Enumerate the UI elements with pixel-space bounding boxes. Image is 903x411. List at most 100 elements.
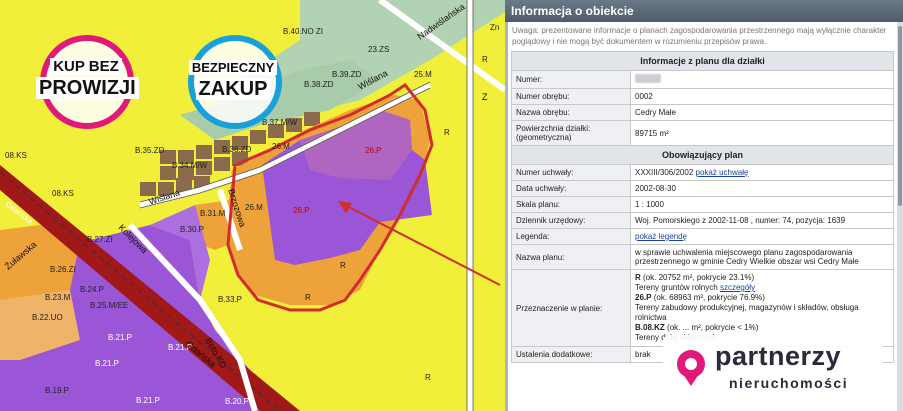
field-label: Dziennik urzędowy: (511, 212, 631, 229)
logo-line1: partnerzy (715, 341, 842, 371)
field-label: Przeznaczenie w planie: (511, 269, 631, 347)
map-label: B.24.P (80, 285, 104, 294)
map-label: B.36.ZD (222, 145, 252, 154)
map-label: B.21.P (95, 359, 119, 368)
plan-info-table: Informacje z planu dla działki Numer: Nu… (511, 51, 894, 363)
field-value: Cedry Małe (630, 104, 894, 121)
table-row: Nazwa obrębu: Cedry Małe (511, 104, 894, 121)
table-row: Numer: (511, 70, 894, 89)
map-label: R (305, 293, 311, 302)
table-row: Numer obrębu: 0002 (511, 88, 894, 105)
field-value: 1 : 1000 (630, 196, 894, 213)
table-row: Numer uchwały: XXXIII/306/2002 pokaż uch… (511, 164, 894, 181)
field-label: Legenda: (511, 228, 631, 245)
zone-code: 26.P (635, 293, 652, 302)
map-label: B.33.P (218, 295, 242, 304)
logo-pin-icon (677, 350, 705, 386)
parcel-number-redacted (635, 74, 661, 83)
map-label: 08.KS (5, 151, 27, 160)
field-label: Ustalenia dodatkowe: (511, 346, 631, 363)
field-value: 89715 m² (630, 120, 894, 146)
field-label: Numer uchwały: (511, 164, 631, 181)
field-label: Skala planu: (511, 196, 631, 213)
map-label: 08.KS (52, 189, 74, 198)
map-label: R (340, 261, 346, 270)
partner-logo: partnerzy nieruchomości (663, 335, 883, 397)
field-label: Nazwa planu: (511, 244, 631, 270)
field-label: Data uchwały: (511, 180, 631, 197)
map-label: B.34.M/W (172, 161, 208, 170)
resolution-number: XXXIII/306/2002 (635, 168, 694, 177)
show-resolution-link[interactable]: pokaż uchwałę (696, 168, 749, 177)
map-label: B.31.M (200, 209, 226, 218)
badge-line: KUP BEZ (50, 58, 122, 75)
scroll-thumb[interactable] (898, 26, 902, 206)
zoning-map[interactable]: B.40.NO ZI 23.ZS B.39.ZD B.38.ZD 25.M B.… (0, 0, 505, 411)
zone-details-link[interactable]: szczegóły (720, 283, 755, 292)
map-label: B.23.M (45, 293, 71, 302)
table-row: Legenda: pokaż legendę (511, 228, 894, 245)
section-header-parcel: Informacje z planu dla działki (511, 51, 894, 71)
map-label: B.26.ZI (50, 265, 76, 274)
map-label: 26.P (365, 146, 381, 155)
map-label: 23.ZS (368, 45, 389, 54)
zone-area: (ok. ... m², pokrycie < 1%) (667, 323, 759, 332)
map-label: B.21.P (136, 396, 160, 405)
field-value: w sprawie uchwalenia miejscowego planu z… (630, 244, 894, 270)
field-value: 2002-08-30 (630, 180, 894, 197)
map-label: B.22.UO (32, 313, 63, 322)
map-label: B.21.P (108, 333, 132, 342)
show-legend-link[interactable]: pokaż legendę (635, 232, 687, 241)
zone-code: B.08.KZ (635, 323, 665, 332)
field-value: pokaż legendę (630, 228, 894, 245)
map-label: Zn (490, 23, 499, 32)
field-value: Woj. Pomorskiego z 2002-11-08 , numer: 7… (630, 212, 894, 229)
map-label: 26.M (245, 203, 263, 212)
map-label: R (425, 373, 431, 382)
panel-scrollbar[interactable] (897, 22, 903, 411)
zone-desc: Tereny gruntów rolnych (635, 283, 718, 292)
field-value: 0002 (630, 88, 894, 105)
map-label: 26.M (272, 142, 290, 151)
zone-desc: rolnictwa (635, 313, 667, 322)
zone-area: (ok. 20752 m², pokrycie 23.1%) (643, 273, 755, 282)
safe-purchase-badge-text: BEZPIECZNY ZAKUP (178, 60, 288, 100)
table-row: Nazwa planu: w sprawie uchwalenia miejsc… (511, 244, 894, 270)
badge-line: ZAKUP (195, 78, 271, 100)
map-label: B.25.M/EE (90, 301, 128, 310)
field-label: Nazwa obrębu: (511, 104, 631, 121)
field-label: Powierzchnia działki: (geometryczna) (511, 120, 631, 146)
map-label: B.35.ZD (135, 146, 165, 155)
table-row: Dziennik urzędowy: Woj. Pomorskiego z 20… (511, 212, 894, 229)
street-name: Z (482, 92, 488, 102)
map-label: B.38.ZD (304, 80, 334, 89)
table-row: Data uchwały: 2002-08-30 (511, 180, 894, 197)
badge-line: BEZPIECZNY (188, 60, 278, 75)
map-label: R (444, 128, 450, 137)
map-label: B.27.ZI (87, 235, 113, 244)
zone-code: R (635, 273, 641, 282)
map-label: 25.M (414, 70, 432, 79)
map-label: B.19.P (45, 386, 69, 395)
panel-title: Informacja o obiekcie (505, 0, 903, 22)
zone-desc: Tereny zabudowy produkcyjnej, magazynów … (635, 303, 859, 312)
map-label: B.40.NO ZI (283, 27, 323, 36)
field-label: Numer: (511, 70, 631, 89)
table-row: Powierzchnia działki: (geometryczna) 897… (511, 120, 894, 146)
map-label: B.39.ZD (332, 70, 362, 79)
disclaimer-notice: Uwaga: prezentowane informacje o planach… (512, 26, 887, 46)
map-label: 26.P (293, 206, 309, 215)
map-label: B.37.M/W (262, 118, 298, 127)
logo-line2: nieruchomości (729, 375, 849, 391)
field-value: XXXIII/306/2002 pokaż uchwałę (630, 164, 894, 181)
field-value (630, 70, 894, 89)
map-label: R (482, 55, 488, 64)
zone-area: (ok. 68963 m², pokrycie 76.9%) (653, 293, 765, 302)
no-commission-badge-text: KUP BEZ PROWIZJI (36, 58, 139, 99)
map-label: B.30.P (180, 225, 204, 234)
table-row: Skala planu: 1 : 1000 (511, 196, 894, 213)
map-label: B.20.P (225, 397, 249, 406)
section-header-plan: Obowiązujący plan (511, 145, 894, 165)
badge-line: PROWIZJI (36, 77, 139, 99)
field-label: Numer obrębu: (511, 88, 631, 105)
